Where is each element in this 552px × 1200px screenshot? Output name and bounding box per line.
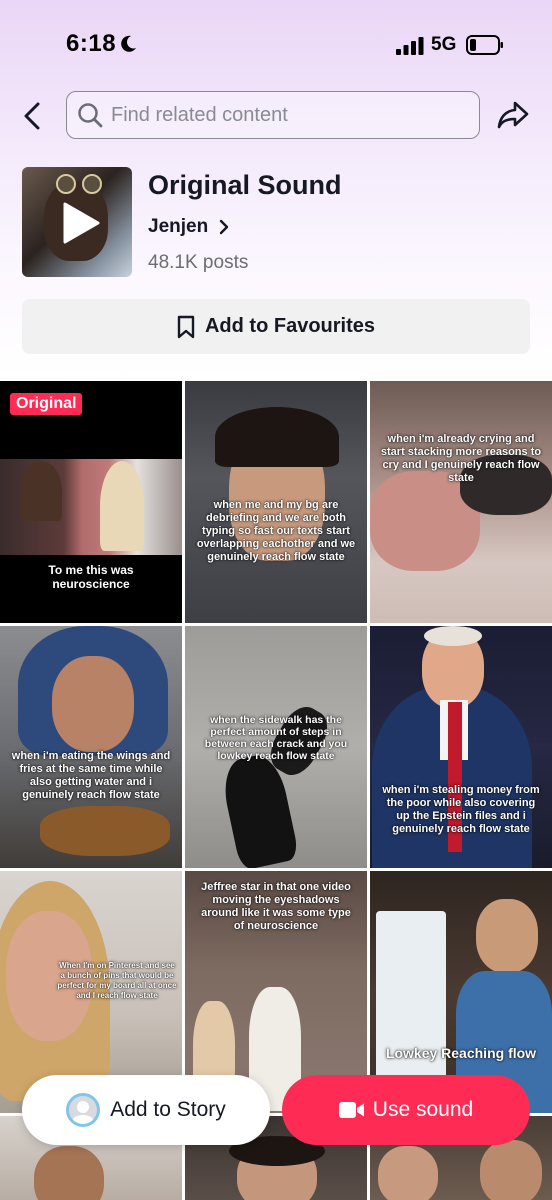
video-tile[interactable]: when i'm stealing money from the poor wh… [370, 626, 552, 868]
search-placeholder: Find related content [111, 103, 288, 126]
tile-figure [476, 899, 538, 973]
video-caption: when i'm already crying and start stacki… [380, 433, 542, 484]
share-icon [497, 101, 529, 129]
back-arrow-icon [24, 102, 40, 130]
video-tile[interactable]: Original To me this was neuroscience [0, 381, 182, 623]
share-button[interactable] [494, 96, 532, 134]
post-count: 48.1K posts [148, 252, 249, 273]
tile-figure [480, 1140, 542, 1200]
author-link[interactable]: Jenjen [148, 216, 230, 238]
tile-hair [215, 407, 339, 467]
video-caption: Jeffree star in that one video moving th… [201, 881, 351, 932]
cover-glasses [56, 174, 102, 194]
tile-food [40, 806, 170, 856]
video-tile[interactable]: when i'm already crying and start stacki… [370, 381, 552, 623]
video-caption: To me this was neuroscience [48, 563, 134, 591]
video-caption: when the sidewalk has the perfect amount… [204, 714, 348, 762]
video-caption: When I'm on Pinterest and see a bunch of… [57, 961, 177, 1000]
status-bar: 6:18 5G [0, 0, 552, 92]
battery-icon [466, 35, 503, 55]
use-sound-button[interactable]: Use sound [282, 1075, 530, 1145]
signal-icon [396, 37, 424, 55]
original-badge: Original [10, 393, 83, 415]
video-caption: when i'm stealing money from the poor wh… [382, 784, 540, 835]
tile-figure [52, 656, 134, 752]
add-to-story-label: Add to Story [110, 1098, 226, 1121]
video-tile[interactable]: when i'm eating the wings and fries at t… [0, 626, 182, 868]
network-type: 5G [431, 34, 457, 55]
video-caption: when me and my bg are debriefing and we … [196, 499, 356, 563]
add-to-story-button[interactable]: Add to Story [22, 1075, 270, 1145]
tile-hair [424, 626, 482, 646]
add-to-favourites-button[interactable]: Add to Favourites [22, 299, 530, 354]
video-camera-icon [338, 1102, 364, 1118]
video-tile[interactable]: when me and my bg are debriefing and we … [185, 381, 367, 623]
video-caption: Lowkey Reaching flow [385, 1045, 537, 1061]
tile-figure [100, 461, 144, 551]
author-name: Jenjen [148, 216, 209, 237]
search-input[interactable]: Find related content [66, 91, 480, 139]
bookmark-icon [177, 315, 195, 338]
tile-figure [378, 1146, 438, 1200]
back-button[interactable] [16, 98, 48, 134]
sound-title: Original Sound [148, 170, 342, 200]
chevron-right-icon [220, 219, 229, 235]
sound-cover-image[interactable] [22, 167, 132, 277]
play-icon[interactable] [61, 201, 101, 245]
tile-figure [34, 1146, 104, 1200]
video-tile[interactable]: when the sidewalk has the perfect amount… [185, 626, 367, 868]
avatar-icon [66, 1093, 101, 1127]
video-caption: when i'm eating the wings and fries at t… [11, 750, 171, 801]
tile-figure [20, 461, 62, 521]
status-time: 6:18 [66, 30, 117, 57]
use-sound-label: Use sound [372, 1098, 474, 1121]
moon-icon [121, 35, 136, 52]
search-icon [78, 103, 103, 128]
favourites-label: Add to Favourites [204, 315, 375, 337]
